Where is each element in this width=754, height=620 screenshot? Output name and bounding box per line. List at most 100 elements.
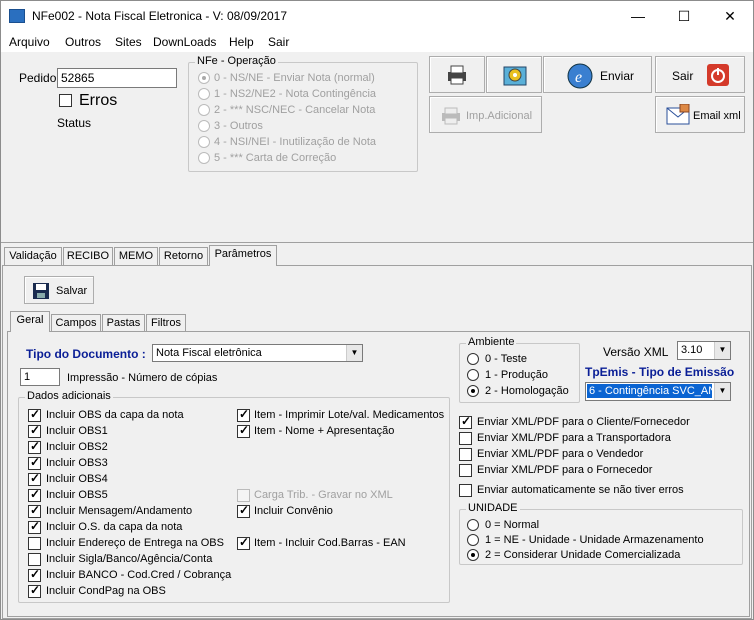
app-icon <box>9 9 25 23</box>
tipo-documento-label: Tipo do Documento : <box>26 347 146 361</box>
printer-disabled-icon <box>442 107 460 125</box>
cb-os-capa[interactable] <box>28 519 41 534</box>
email-xml-button[interactable]: Email xml <box>655 96 745 133</box>
ambiente-label-teste: 0 - Teste <box>485 353 527 365</box>
cb-convenio[interactable] <box>237 503 250 518</box>
operacao-label-0: 0 - NS/NE - Enviar Nota (normal) <box>214 72 375 84</box>
cb-obs1[interactable] <box>28 423 41 438</box>
erros-checkbox[interactable] <box>59 94 72 107</box>
sair-label: Sair <box>672 69 694 83</box>
svg-text:e: e <box>575 69 582 86</box>
tpemis-value: 6 - Contingência SVC_AN <box>587 384 712 398</box>
cb-mensagem[interactable] <box>28 503 41 518</box>
ambiente-radio-producao[interactable] <box>467 369 479 381</box>
cb-sigla-banco[interactable] <box>28 553 41 566</box>
operacao-radio-1[interactable] <box>198 88 210 100</box>
pedido-input[interactable]: 52865 <box>57 68 177 88</box>
versao-xml-value: 3.10 <box>681 344 703 356</box>
unidade-radio-normal[interactable] <box>467 519 479 531</box>
tab-validacao[interactable]: Validação <box>4 247 62 265</box>
menu-help[interactable]: Help <box>229 35 254 49</box>
lbl-cod-barras: Item - Incluir Cod.Barras - EAN <box>254 537 406 549</box>
lbl-endereco-entrega: Incluir Endereço de Entrega na OBS <box>46 537 224 549</box>
lbl-obs4: Incluir OBS4 <box>46 473 108 485</box>
ambiente-radio-homologacao[interactable] <box>467 385 479 397</box>
power-icon <box>707 64 729 86</box>
cb-carga-trib[interactable] <box>237 489 250 502</box>
tab-retorno[interactable]: Retorno <box>159 247 208 265</box>
cb-envio-automatico[interactable] <box>459 484 472 497</box>
unidade-radio-armazenamento[interactable] <box>467 534 479 546</box>
ambiente-title: Ambiente <box>466 336 517 348</box>
cb-envio-cliente[interactable] <box>459 414 472 429</box>
tab-parametros[interactable]: Parâmetros <box>209 245 277 266</box>
cb-obs2[interactable] <box>28 439 41 454</box>
operacao-group: NFe - Operação 0 - NS/NE - Enviar Nota (… <box>188 55 418 172</box>
operacao-title: NFe - Operação <box>195 55 278 67</box>
menu-arquivo[interactable]: Arquivo <box>9 35 50 49</box>
config-button[interactable] <box>486 56 542 93</box>
maximize-button[interactable]: ☐ <box>661 1 707 32</box>
operacao-radio-2[interactable] <box>198 104 210 116</box>
imp-adicional-label: Imp.Adicional <box>466 110 533 122</box>
floppy-disk-icon <box>33 283 49 299</box>
unidade-group: UNIDADE 0 = Normal 1 = NE - Unidade - Un… <box>459 502 743 565</box>
title-bar: NFe002 - Nota Fiscal Eletronica - V: 08/… <box>1 1 753 32</box>
minimize-button[interactable]: — <box>615 1 661 32</box>
cb-condpag[interactable] <box>28 583 41 598</box>
cb-envio-transportadora[interactable] <box>459 432 472 445</box>
menu-sites[interactable]: Sites <box>115 35 142 49</box>
chevron-down-icon: ▼ <box>346 345 362 361</box>
cb-lote-medicamentos[interactable] <box>237 407 250 422</box>
ambiente-label-producao: 1 - Produção <box>485 369 548 381</box>
chevron-down-icon: ▼ <box>714 342 730 359</box>
ambiente-label-homologacao: 2 - Homologação <box>485 385 569 397</box>
sair-button[interactable]: Sair <box>655 56 745 93</box>
versao-xml-select[interactable]: 3.10 ▼ <box>677 341 731 360</box>
ambiente-radio-teste[interactable] <box>467 353 479 365</box>
cb-banco-cod[interactable] <box>28 567 41 582</box>
lbl-envio-fornecedor: Enviar XML/PDF para o Fornecedor <box>477 464 653 476</box>
tpemis-select[interactable]: 6 - Contingência SVC_AN ▼ <box>585 382 731 401</box>
cb-envio-fornecedor[interactable] <box>459 464 472 477</box>
unidade-radio-comercializada[interactable] <box>467 549 479 561</box>
cb-cod-barras[interactable] <box>237 535 250 550</box>
cb-envio-vendedor[interactable] <box>459 448 472 461</box>
subtab-pastas[interactable]: Pastas <box>102 314 145 332</box>
imp-adicional-button[interactable]: Imp.Adicional <box>429 96 542 133</box>
operacao-radio-5[interactable] <box>198 152 210 164</box>
operacao-radio-4[interactable] <box>198 136 210 148</box>
lbl-obs3: Incluir OBS3 <box>46 457 108 469</box>
operacao-radio-0[interactable] <box>198 72 210 84</box>
cb-nome-apresentacao[interactable] <box>237 423 250 438</box>
subtab-filtros[interactable]: Filtros <box>146 314 186 332</box>
enviar-label: Enviar <box>600 69 635 83</box>
cb-obs-capa[interactable] <box>28 407 41 422</box>
cb-obs3[interactable] <box>28 455 41 470</box>
cb-obs5[interactable] <box>28 487 41 502</box>
cb-endereco-entrega[interactable] <box>28 537 41 550</box>
enviar-button[interactable]: e Enviar <box>543 56 652 93</box>
email-icon <box>666 104 690 125</box>
subtab-campos[interactable]: Campos <box>51 314 101 332</box>
operacao-label-4: 4 - NSI/NEI - Inutilização de Nota <box>214 136 377 148</box>
lbl-sigla-banco: Incluir Sigla/Banco/Agência/Conta <box>46 553 213 565</box>
menu-outros[interactable]: Outros <box>65 35 101 49</box>
menu-sair[interactable]: Sair <box>268 35 289 49</box>
tab-memo[interactable]: MEMO <box>114 247 158 265</box>
copias-input[interactable]: 1 <box>20 368 60 386</box>
subtab-geral[interactable]: Geral <box>10 311 50 332</box>
salvar-button[interactable]: Salvar <box>24 276 94 304</box>
gear-icon <box>503 66 527 86</box>
close-button[interactable]: ✕ <box>707 1 753 32</box>
operacao-radio-3[interactable] <box>198 120 210 132</box>
print-button[interactable] <box>429 56 485 93</box>
lbl-convenio: Incluir Convênio <box>254 505 333 517</box>
tipo-documento-select[interactable]: Nota Fiscal eletrônica ▼ <box>152 344 363 362</box>
tpemis-label: TpEmis - Tipo de Emissão <box>585 365 735 379</box>
menu-downloads[interactable]: DownLoads <box>153 35 216 49</box>
menu-bar: Arquivo Outros Sites DownLoads Help Sair <box>1 32 753 52</box>
header-area: Pedido 52865 Erros Status NFe - Operação… <box>1 52 753 243</box>
cb-obs4[interactable] <box>28 471 41 486</box>
tab-recibo[interactable]: RECIBO <box>63 247 113 265</box>
